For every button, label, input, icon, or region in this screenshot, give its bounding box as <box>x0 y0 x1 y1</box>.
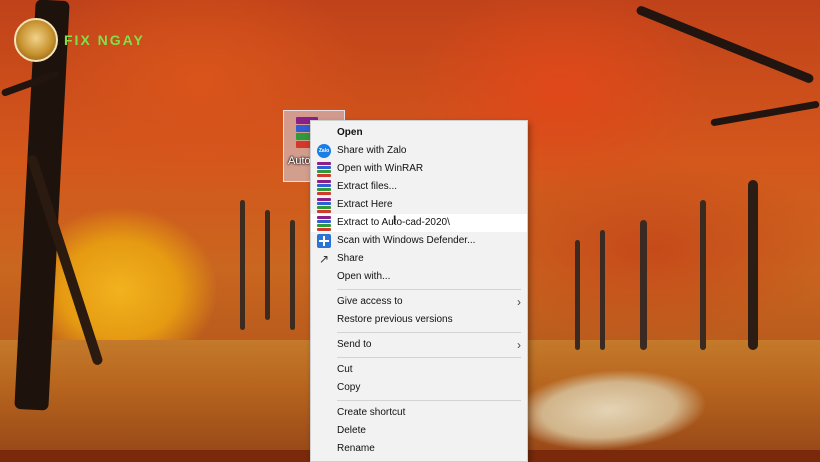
tree-trunk <box>600 230 605 350</box>
menu-item-label: Share <box>337 253 364 264</box>
menu-item-delete[interactable]: Delete <box>311 422 527 440</box>
menu-item-rename[interactable]: Rename <box>311 440 527 458</box>
menu-item-label: Cut <box>337 364 353 375</box>
tree-trunk <box>575 240 580 350</box>
menu-item-extract-here[interactable]: Extract Here <box>311 196 527 214</box>
tree-branch <box>635 4 815 85</box>
menu-item-label: Restore previous versions <box>337 314 453 325</box>
menu-item-give-access-to[interactable]: Give access to › <box>311 293 527 311</box>
menu-item-open-with-winrar[interactable]: Open with WinRAR <box>311 160 527 178</box>
menu-item-label: Open with... <box>337 271 391 282</box>
menu-item-extract-files[interactable]: Extract files... <box>311 178 527 196</box>
menu-item-open-with[interactable]: Open with... <box>311 268 527 286</box>
menu-item-label: Share with Zalo <box>337 145 407 156</box>
menu-item-open[interactable]: Open <box>311 124 527 142</box>
winrar-icon <box>317 162 331 177</box>
watermark-logo: FIX NGAY <box>14 18 145 62</box>
winrar-icon <box>317 180 331 195</box>
context-menu: Open Zalo Share with Zalo Open with WinRAR E… <box>310 120 528 462</box>
defender-icon <box>317 234 331 248</box>
menu-item-extract-to-auto-cad-2020[interactable]: Extract to Auto-cad-2020\ <box>311 214 527 232</box>
tree-trunk <box>240 200 245 330</box>
chevron-right-icon: › <box>517 295 521 309</box>
menu-item-label: Copy <box>337 382 361 393</box>
logo-badge-icon <box>14 18 58 62</box>
menu-item-label: Delete <box>337 425 366 436</box>
logo-text: FIX NGAY <box>64 32 145 48</box>
menu-item-label: Extract Here <box>337 199 393 210</box>
menu-item-label: Extract files... <box>337 181 398 192</box>
menu-separator <box>337 357 521 358</box>
menu-item-label: Scan with Windows Defender... <box>337 235 476 246</box>
tree-trunk <box>748 180 758 350</box>
menu-item-scan-with-windows-defender[interactable]: Scan with Windows Defender... <box>311 232 527 250</box>
menu-item-share[interactable]: ↗ Share <box>311 250 527 268</box>
menu-item-label: Send to <box>337 339 372 350</box>
share-icon: ↗ <box>318 252 330 266</box>
tree-trunk <box>700 200 706 350</box>
zalo-icon: Zalo <box>317 144 331 158</box>
tree-trunk <box>640 220 647 350</box>
menu-item-send-to[interactable]: Send to › <box>311 336 527 354</box>
winrar-icon <box>317 198 331 213</box>
menu-separator <box>337 400 521 401</box>
menu-item-cut[interactable]: Cut <box>311 361 527 379</box>
chevron-right-icon: › <box>517 338 521 352</box>
menu-item-label: Rename <box>337 443 375 454</box>
menu-separator <box>337 289 521 290</box>
menu-item-restore-previous-versions[interactable]: Restore previous versions <box>311 311 527 329</box>
menu-item-share-with-zalo[interactable]: Zalo Share with Zalo <box>311 142 527 160</box>
menu-item-label: Open with WinRAR <box>337 163 424 174</box>
menu-item-create-shortcut[interactable]: Create shortcut <box>311 404 527 422</box>
menu-item-label: Give access to <box>337 296 403 307</box>
tree-trunk <box>265 210 270 320</box>
mouse-cursor-icon: I <box>393 213 397 227</box>
menu-item-copy[interactable]: Copy <box>311 379 527 397</box>
tree-branch <box>710 100 820 127</box>
winrar-icon <box>317 216 331 231</box>
menu-item-label: Open <box>337 127 363 138</box>
menu-separator <box>337 332 521 333</box>
tree-trunk <box>290 220 295 330</box>
desktop-file-label: Auto <box>288 155 311 167</box>
menu-item-label: Create shortcut <box>337 407 406 418</box>
